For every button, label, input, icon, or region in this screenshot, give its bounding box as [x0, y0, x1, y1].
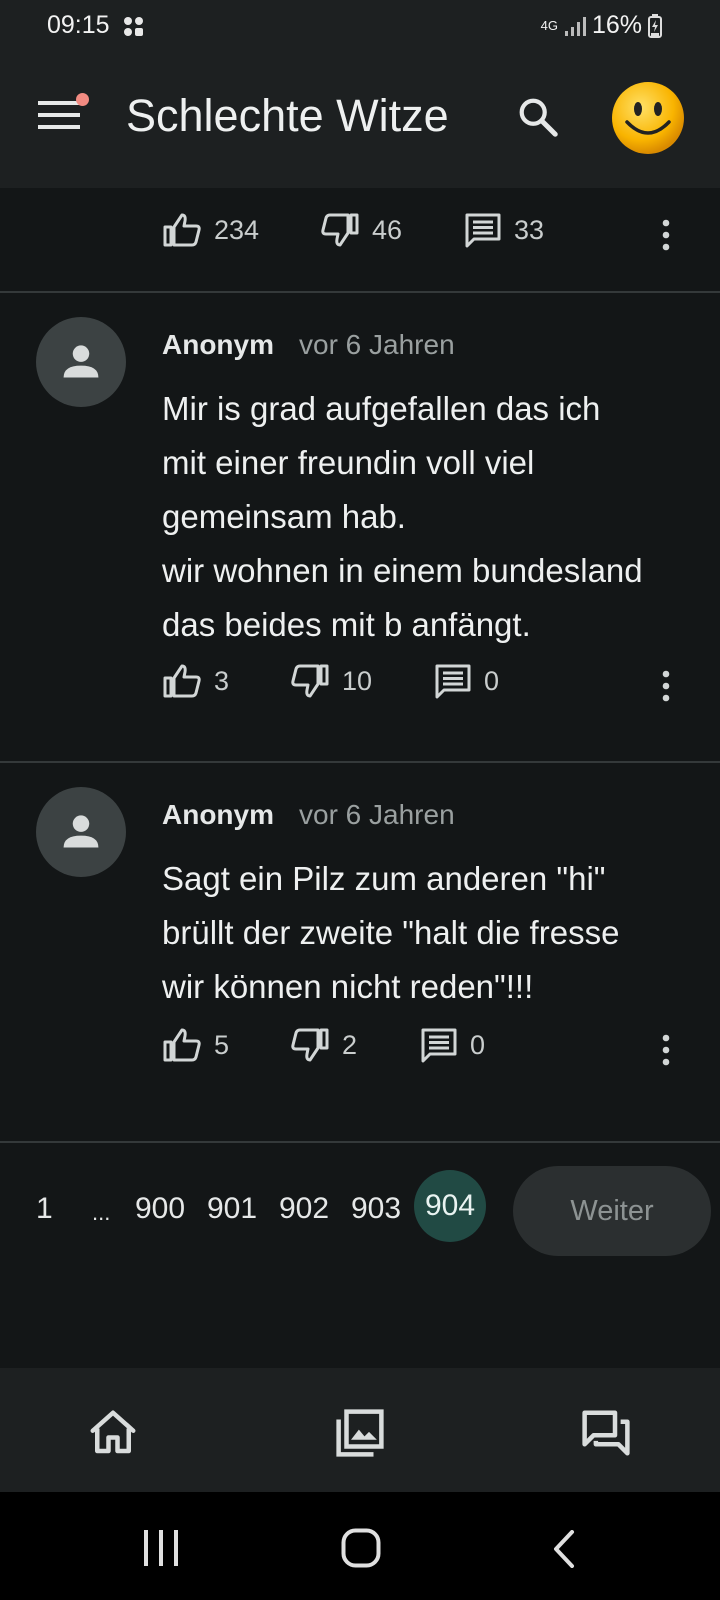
like-button[interactable]: 234: [162, 212, 259, 248]
avatar[interactable]: [36, 317, 126, 407]
comment-time: vor 6 Jahren: [299, 799, 455, 830]
person-icon: [63, 345, 99, 378]
like-count: 234: [214, 214, 260, 245]
notification-dot: [76, 93, 89, 106]
system-navigation: [0, 1492, 720, 1600]
comment-icon: [435, 664, 471, 699]
dislike-count: 2: [342, 1029, 358, 1060]
page-link[interactable]: 902: [279, 1192, 329, 1226]
thumbs-down-icon: [291, 1028, 329, 1062]
thumbs-up-icon: [163, 664, 201, 698]
search-button[interactable]: [515, 94, 561, 140]
dislike-button[interactable]: 46: [320, 212, 402, 248]
comment-time: vor 6 Jahren: [299, 329, 455, 360]
divider: [0, 1141, 720, 1143]
avatar[interactable]: [36, 787, 126, 877]
comment-item: Anonym vor 6 Jahren Mir is grad aufgefal…: [0, 293, 720, 747]
page-first[interactable]: 1: [36, 1192, 53, 1226]
comment-text: Mir is grad aufgefallen das ich mit eine…: [162, 390, 643, 643]
like-count: 5: [214, 1029, 230, 1060]
page-link[interactable]: 900: [135, 1192, 185, 1226]
recent-apps-icon[interactable]: [142, 1530, 180, 1566]
reply-count: 0: [484, 665, 500, 696]
battery-icon: [648, 13, 662, 38]
status-right: 4G 16%: [541, 11, 662, 40]
comment-icon: [465, 213, 501, 248]
dislike-count: 10: [342, 665, 373, 696]
app-title: Schlechte Witze: [126, 90, 449, 141]
comment-count: 33: [514, 214, 545, 245]
more-vert-icon[interactable]: [656, 669, 676, 703]
smiley-icon[interactable]: [610, 80, 686, 156]
status-bar: 09:15 4G 16%: [0, 0, 720, 52]
page-ellipsis: ...: [92, 1200, 111, 1225]
like-button[interactable]: 3: [162, 663, 229, 699]
menu-button[interactable]: [38, 93, 89, 139]
status-time: 09:15: [47, 11, 110, 39]
thumbs-up-icon: [163, 1028, 201, 1062]
next-page-button[interactable]: Weiter: [513, 1166, 711, 1256]
forum-icon[interactable]: [579, 1406, 633, 1460]
battery-percent: 16%: [591, 11, 642, 39]
more-vert-icon[interactable]: [656, 218, 676, 252]
home-button-icon[interactable]: [341, 1528, 381, 1568]
comment-icon: [421, 1028, 457, 1063]
post-action-row: 234 46 33: [0, 212, 720, 258]
gallery-icon[interactable]: [333, 1406, 387, 1460]
comment-action-row: 3 10 0: [0, 663, 720, 709]
like-button[interactable]: 5: [162, 1027, 229, 1063]
reply-button[interactable]: 0: [420, 1027, 485, 1063]
comment-author[interactable]: Anonym: [162, 799, 274, 831]
back-icon[interactable]: [552, 1530, 576, 1568]
reply-button[interactable]: 0: [434, 663, 499, 699]
home-icon[interactable]: [86, 1406, 140, 1460]
page-link[interactable]: 903: [351, 1192, 401, 1226]
thumbs-down-icon: [291, 664, 329, 698]
page-current[interactable]: 904: [414, 1170, 486, 1242]
search-icon: [519, 98, 558, 137]
menu-icon: [38, 101, 80, 129]
notification-icon: [124, 17, 143, 36]
pagination: 1 ... 900 901 902 903 904 Weiter: [0, 1166, 720, 1262]
dislike-button[interactable]: 2: [290, 1027, 357, 1063]
person-icon: [63, 815, 99, 848]
bottom-navigation: [0, 1368, 720, 1492]
app-bar: Schlechte Witze: [0, 52, 720, 188]
comment-item: Anonym vor 6 Jahren Sagt ein Pilz zum an…: [0, 763, 720, 1143]
thumbs-up-icon: [163, 213, 201, 247]
comment-author[interactable]: Anonym: [162, 329, 274, 361]
signal-icon: [564, 16, 586, 36]
comment-text: Sagt ein Pilz zum anderen "hi" brüllt de…: [162, 860, 620, 1005]
dislike-count: 46: [372, 214, 403, 245]
like-count: 3: [214, 665, 230, 696]
comment-list: 234 46 33 Anonym vor 6 Jahren Mir is gra…: [0, 188, 720, 1368]
comment-button[interactable]: 33: [464, 212, 544, 248]
dislike-button[interactable]: 10: [290, 663, 372, 699]
comment-action-row: 5 2 0: [0, 1027, 720, 1073]
reply-count: 0: [470, 1029, 486, 1060]
thumbs-down-icon: [321, 213, 359, 247]
network-type: 4G: [540, 18, 558, 33]
page-link[interactable]: 901: [207, 1192, 257, 1226]
more-vert-icon[interactable]: [656, 1033, 676, 1067]
